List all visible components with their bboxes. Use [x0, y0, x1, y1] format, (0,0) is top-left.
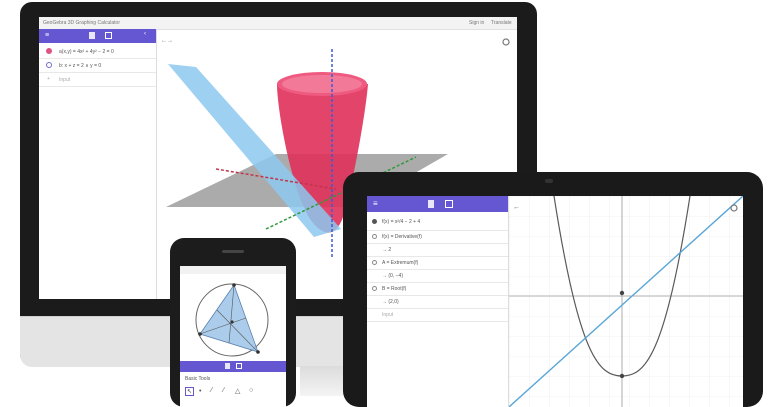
algebra-row-text: B = Root(f) — [382, 286, 407, 292]
menu-icon[interactable]: ≡ — [45, 32, 49, 39]
algebra-row[interactable]: b: x + z = 2 ∧ y = 0 — [39, 59, 156, 73]
phone-screen: Basic Tools ↖ • ⁄ ∕ △ ○ — [180, 266, 286, 407]
algebra-toolbar: ≡ ‹ — [39, 29, 156, 43]
tablet-camera — [545, 179, 553, 183]
point-tool-icon[interactable]: • — [199, 388, 201, 395]
tablet-algebra-row[interactable]: A = Extremum(f) — [367, 257, 508, 270]
tools-icon[interactable] — [236, 363, 242, 369]
visibility-toggle-icon[interactable] — [372, 234, 377, 239]
algebra-row-text: A = Extremum(f) — [382, 260, 419, 266]
algebra-row-text: f(x) = Derivative(f) — [382, 234, 422, 240]
algebra-icon[interactable] — [428, 200, 434, 208]
algebra-icon[interactable] — [225, 363, 230, 369]
move-tool-icon[interactable]: ↖ — [185, 387, 194, 396]
algebra-icon[interactable] — [89, 32, 95, 39]
tablet-algebra-row[interactable]: B = Root(f) — [367, 283, 508, 296]
tool-row: ↖ • ⁄ ∕ △ ○ — [185, 387, 285, 399]
vertex-point — [256, 350, 260, 354]
tool-section-label: Basic Tools — [185, 376, 211, 382]
line-tool-icon[interactable]: ∕ — [223, 387, 224, 394]
visibility-toggle-icon[interactable] — [46, 62, 52, 68]
algebra-output-text: → (0, −4) — [382, 273, 403, 279]
tablet-screen: ≡ f(x) = x²/4 − 2 + 4 f(x) = Derivative(… — [367, 196, 743, 407]
tablet-algebra-row[interactable]: f(x) = x²/4 − 2 + 4 — [367, 214, 508, 231]
point — [619, 373, 625, 379]
sign-in-link[interactable]: Sign in — [469, 20, 484, 26]
tablet-algebra-toolbar: ≡ — [367, 196, 508, 212]
algebra-row-text: b: x + z = 2 ∧ y = 0 — [59, 63, 102, 69]
settings-gear-icon — [502, 38, 510, 46]
algebra-output-text: → 2 — [382, 247, 392, 253]
tablet-algebra-output: → 2 — [367, 244, 508, 257]
phone-graphics-view[interactable] — [180, 274, 286, 360]
algebra-row-text: a(x,y) = 4x² + 4y² − 2 = 0 — [59, 49, 114, 55]
visibility-toggle-icon[interactable] — [372, 260, 377, 265]
back-arrow-icon: ← — [513, 204, 520, 211]
vertex-point — [198, 332, 202, 336]
paraboloid-top — [282, 75, 362, 93]
tablet-input-bar[interactable]: Input — [367, 309, 508, 322]
algebra-output-text: → (2,0) — [382, 299, 399, 305]
algebra-view: ≡ ‹ a(x,y) = 4x² + 4y² − 2 = 0 b: x + z … — [39, 29, 157, 299]
tools-icon[interactable] — [105, 32, 112, 39]
translate-link[interactable]: Translate — [491, 20, 512, 26]
phone-toolbar — [180, 361, 286, 372]
back-arrow-icon: ←→ — [161, 38, 173, 44]
plus-icon: + — [47, 76, 50, 82]
phone-status-bar — [180, 266, 286, 274]
input-placeholder: Input — [59, 77, 71, 83]
window-title: GeoGebra 3D Graphing Calculator — [43, 20, 120, 26]
circle-tool-icon[interactable]: ○ — [249, 387, 253, 394]
algebra-row-text: f(x) = x²/4 − 2 + 4 — [382, 219, 421, 225]
tablet-algebra-view: ≡ f(x) = x²/4 − 2 + 4 f(x) = Derivative(… — [367, 196, 509, 407]
center-point — [230, 320, 234, 324]
visibility-toggle-icon[interactable] — [372, 219, 377, 224]
tools-icon[interactable] — [445, 200, 453, 208]
segment-tool-icon[interactable]: ⁄ — [211, 387, 212, 394]
polygon-tool-icon[interactable]: △ — [235, 387, 240, 395]
visibility-toggle-icon[interactable] — [372, 286, 377, 291]
tablet-algebra-output: → (2,0) — [367, 296, 508, 309]
menu-icon[interactable]: ≡ — [373, 199, 378, 208]
tablet-algebra-row[interactable]: f(x) = Derivative(f) — [367, 231, 508, 244]
tablet-graphics-view[interactable]: ← — [509, 196, 743, 407]
tablet-algebra-output: → (0, −4) — [367, 270, 508, 283]
collapse-icon[interactable]: ‹ — [144, 31, 146, 37]
input-bar[interactable]: + Input — [39, 73, 156, 87]
point — [619, 290, 625, 296]
algebra-row[interactable]: a(x,y) = 4x² + 4y² − 2 = 0 — [39, 45, 156, 59]
phone-speaker — [222, 250, 244, 253]
input-placeholder: Input — [382, 312, 394, 318]
visibility-toggle-icon[interactable] — [46, 48, 52, 54]
vertex-point — [232, 283, 236, 287]
